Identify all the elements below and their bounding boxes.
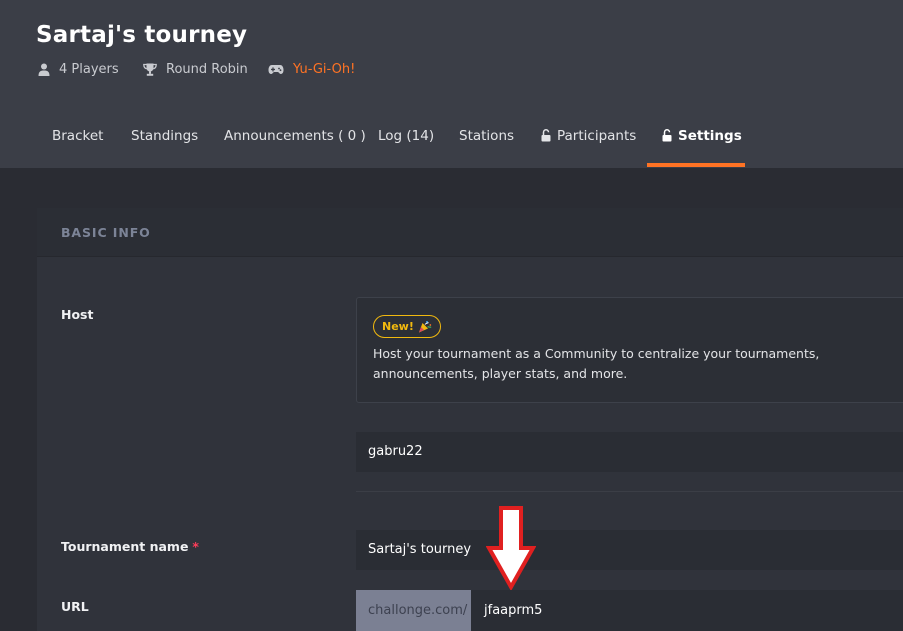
host-select[interactable]: gabru22 (356, 432, 903, 472)
new-badge-label: New! (382, 320, 414, 333)
section-title: BASIC INFO (61, 225, 151, 240)
active-tab-indicator (647, 163, 745, 167)
host-label: Host (61, 307, 94, 322)
tournament-tabs: Bracket Standings Announcements ( 0 ) Lo… (0, 116, 903, 168)
tab-participants[interactable]: Participants (541, 116, 636, 168)
unlock-icon (662, 129, 672, 142)
tournament-header: Sartaj's tourney 4 Players Round Robin Y… (0, 0, 903, 168)
section-divider (356, 491, 903, 492)
community-promo-text: Host your tournament as a Community to c… (373, 346, 820, 381)
url-prefix: challonge.com/ (356, 590, 471, 631)
game-link[interactable]: Yu-Gi-Oh! (293, 62, 355, 77)
trophy-icon (143, 63, 157, 76)
tab-label: Bracket (52, 128, 104, 144)
url-input[interactable]: jfaaprm5 (471, 590, 903, 631)
tab-label: Announcements ( 0 ) (224, 128, 366, 144)
tab-label: Log (14) (378, 128, 435, 144)
down-arrow-icon (486, 506, 536, 590)
tab-announcements[interactable]: Announcements ( 0 ) (224, 116, 366, 168)
tournament-name-label: Tournament name * (61, 539, 199, 554)
unlock-icon (541, 129, 551, 142)
panel-header: BASIC INFO (37, 208, 903, 257)
party-popper-icon (418, 321, 432, 333)
community-promo-card[interactable]: New! Host your tournament as a Community… (356, 297, 903, 403)
tournament-title: Sartaj's tourney (36, 22, 248, 48)
tournament-name-label-text: Tournament name (61, 539, 189, 554)
tab-bracket[interactable]: Bracket (52, 116, 103, 168)
players-count-label: 4 Players (59, 62, 119, 77)
tab-label: Settings (678, 128, 742, 144)
gamepad-icon (268, 65, 284, 74)
required-marker: * (192, 539, 199, 554)
tournament-format-label: Round Robin (166, 62, 248, 77)
tournament-format: Round Robin (143, 62, 248, 77)
tournament-name-input[interactable]: Sartaj's tourney (356, 530, 903, 570)
tournament-game[interactable]: Yu-Gi-Oh! (268, 62, 355, 77)
tab-standings[interactable]: Standings (131, 116, 198, 168)
new-badge: New! (373, 315, 441, 338)
players-count: 4 Players (38, 62, 119, 77)
tab-label: Stations (459, 128, 515, 144)
tab-log[interactable]: Log (14) (378, 116, 434, 168)
url-label: URL (61, 599, 89, 614)
tab-stations[interactable]: Stations (459, 116, 514, 168)
tab-label: Standings (131, 128, 199, 144)
basic-info-panel: BASIC INFO Host New! Host your tournamen… (37, 208, 903, 631)
tab-label: Participants (557, 128, 637, 144)
user-icon (38, 63, 50, 76)
tab-settings[interactable]: Settings (662, 116, 742, 168)
